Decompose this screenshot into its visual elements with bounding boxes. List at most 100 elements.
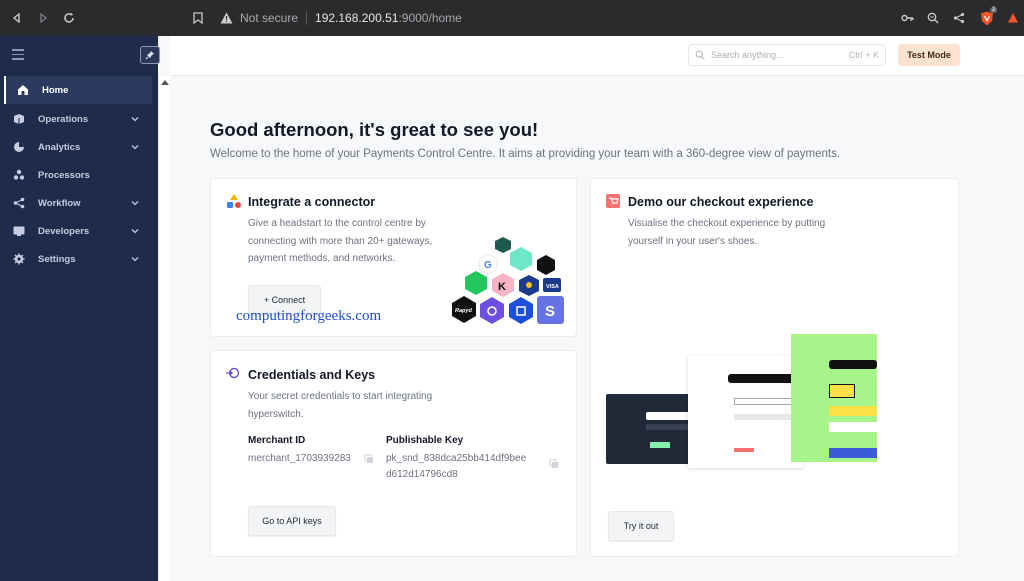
pin-icon xyxy=(145,51,154,60)
sidebar-item-label: Home xyxy=(42,84,69,96)
url-separator xyxy=(306,11,308,25)
sidebar-item-analytics[interactable]: Analytics xyxy=(0,133,158,161)
shield-badge: 2 xyxy=(990,7,998,13)
checkout-desc-line: Visualise the checkout experience by put… xyxy=(628,218,826,229)
page-title: Good afternoon, it's great to see you! xyxy=(210,119,539,140)
checkout-card: Demo our checkout experience Visualise t… xyxy=(590,178,959,557)
preview-green-panel xyxy=(791,334,877,462)
back-button[interactable] xyxy=(4,0,30,36)
checkout-desc-line: yourself in your user's shoes. xyxy=(628,235,758,247)
address-bar[interactable]: Not secure 192.168.200.51:9000/home xyxy=(218,7,988,29)
bookmark-button[interactable] xyxy=(190,10,206,26)
logo-hex-green xyxy=(465,271,487,295)
logo-visa-text: VISA xyxy=(546,284,559,290)
logo-hex-blue xyxy=(509,297,533,324)
copy-icon[interactable] xyxy=(364,454,374,464)
logo-hex-black xyxy=(537,255,555,275)
reload-icon xyxy=(64,12,74,23)
sidebar-scrollbar[interactable] xyxy=(158,76,170,581)
connector-desc-line: Give a headstart to the control centre b… xyxy=(248,218,426,229)
logo-hex-mint xyxy=(510,247,532,271)
pie-chart-icon xyxy=(12,140,26,154)
checkout-icon xyxy=(606,194,620,208)
chevron-down-icon xyxy=(131,257,139,262)
publishable-key-value: pk_snd_838dca25bb414df9bee d612d14796cd8 xyxy=(386,451,526,483)
bookmark-icon xyxy=(193,12,203,24)
checkout-preview xyxy=(606,334,881,469)
sidebar-item-developers[interactable]: Developers xyxy=(0,217,158,245)
connector-icon xyxy=(227,194,241,208)
menu-icon[interactable] xyxy=(12,49,24,60)
operations-icon xyxy=(12,112,26,126)
home-icon xyxy=(16,83,30,97)
logo-stripe-text: S xyxy=(545,303,555,320)
rewards-button[interactable] xyxy=(1002,0,1024,36)
credentials-desc-line: hyperswitch. xyxy=(248,408,304,420)
credentials-title: Credentials and Keys xyxy=(248,368,376,382)
pin-sidebar-button[interactable] xyxy=(140,46,160,64)
checkout-title: Demo our checkout experience xyxy=(628,195,814,209)
merchant-id-label: Merchant ID xyxy=(248,435,306,446)
brave-shield-button[interactable]: 2 xyxy=(972,0,1002,36)
share-icon xyxy=(12,196,26,210)
sidebar-item-home[interactable]: Home xyxy=(4,76,152,104)
key-icon xyxy=(900,14,914,22)
go-to-api-keys-button[interactable]: Go to API keys xyxy=(248,506,336,536)
scroll-up-arrow[interactable] xyxy=(161,80,169,85)
forward-icon xyxy=(40,13,48,23)
logo-klarna-text: K xyxy=(498,281,506,293)
sidebar-item-label: Developers xyxy=(38,225,90,237)
gear-icon xyxy=(12,252,26,266)
watermark: computingforgeeks.com xyxy=(236,308,382,324)
page-subtitle: Welcome to the home of your Payments Con… xyxy=(210,148,841,160)
search-icon xyxy=(695,50,705,60)
processors-icon xyxy=(12,168,26,182)
sidebar-item-label: Analytics xyxy=(38,141,81,153)
logo-hex-teal-dark xyxy=(495,237,511,253)
url-path: :9000/home xyxy=(398,11,462,25)
chevron-down-icon xyxy=(131,117,139,122)
sidebar-item-label: Workflow xyxy=(38,197,81,209)
browser-toolbar: Not secure 192.168.200.51:9000/home 2 xyxy=(0,0,1024,36)
reload-button[interactable] xyxy=(56,0,82,36)
credentials-desc-line: Your secret credentials to start integra… xyxy=(248,391,433,402)
search-placeholder: Search anything... xyxy=(711,50,784,60)
credentials-card: Credentials and Keys Your secret credent… xyxy=(210,350,577,557)
sidebar-item-settings[interactable]: Settings xyxy=(0,245,158,273)
sidebar-item-operations[interactable]: Operations xyxy=(0,105,158,133)
rewards-icon xyxy=(1008,13,1018,23)
zoom-icon xyxy=(927,12,939,24)
sidebar-item-processors[interactable]: Processors xyxy=(0,161,158,189)
share-button[interactable] xyxy=(946,0,972,36)
publishable-key-line: d612d14796cd8 xyxy=(386,469,458,480)
preview-dark-panel xyxy=(606,394,701,464)
browser-right-icons: 2 xyxy=(894,0,1024,36)
checkout-description: Visualise the checkout experience by put… xyxy=(628,215,825,250)
connector-desc-line: payment methods, and networks. xyxy=(248,253,396,264)
top-bar: Search anything... Ctrl + K Test Mode xyxy=(170,36,1024,76)
share-icon xyxy=(953,12,965,24)
logo-hex-purple xyxy=(480,297,504,324)
credentials-description: Your secret credentials to start integra… xyxy=(248,388,432,423)
try-it-out-button[interactable]: Try it out xyxy=(608,511,674,541)
sidebar-item-label: Operations xyxy=(38,113,89,125)
chevron-down-icon xyxy=(131,145,139,150)
connector-description: Give a headstart to the control centre b… xyxy=(248,215,432,268)
copy-icon[interactable] xyxy=(549,459,559,469)
zoom-button[interactable] xyxy=(920,0,946,36)
publishable-key-label: Publishable Key xyxy=(386,435,464,446)
key-button[interactable] xyxy=(894,0,920,36)
sidebar-item-label: Settings xyxy=(38,253,76,265)
search-shortcut: Ctrl + K xyxy=(848,50,879,60)
search-input[interactable]: Search anything... Ctrl + K xyxy=(688,44,886,66)
publishable-key-line: pk_snd_838dca25bb414df9bee xyxy=(386,453,527,464)
sidebar: Home Operations Analytics Processors Wor… xyxy=(0,36,160,581)
sidebar-item-workflow[interactable]: Workflow xyxy=(0,189,158,217)
chevron-down-icon xyxy=(131,229,139,234)
monitor-icon xyxy=(12,224,26,238)
forward-button[interactable] xyxy=(30,0,56,36)
merchant-id-value: merchant_1703939283 xyxy=(248,453,351,464)
security-status: Not secure xyxy=(240,11,299,25)
test-mode-button[interactable]: Test Mode xyxy=(898,44,960,66)
logo-rapyd-text: Rapyd xyxy=(455,308,472,314)
